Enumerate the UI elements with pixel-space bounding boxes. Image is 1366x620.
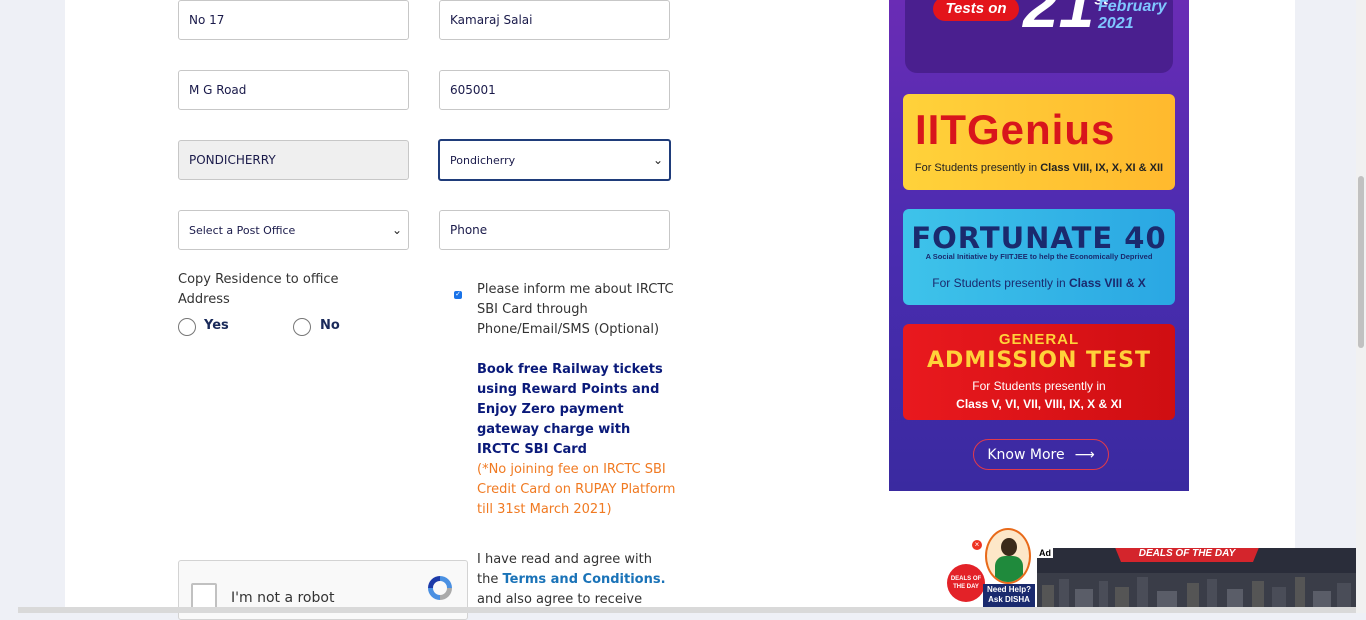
- iit-genius-title: IITGenius: [915, 106, 1116, 153]
- chevron-down-icon: ⌄: [652, 153, 663, 167]
- vertical-scrollbar[interactable]: [1356, 0, 1366, 613]
- chevron-down-icon: ⌄: [391, 223, 402, 237]
- street-input[interactable]: Kamaraj Salai: [439, 0, 670, 40]
- recaptcha-checkbox[interactable]: [191, 583, 217, 609]
- address-line1-input[interactable]: No 17: [178, 0, 409, 40]
- terms-link[interactable]: Terms and Conditions.: [502, 572, 665, 587]
- fiitjee-ad[interactable]: Tests on 21st February 2021 IITGenius For…: [889, 0, 1189, 491]
- admission-test-card[interactable]: GENERAL ADMISSION TEST For Students pres…: [903, 324, 1175, 420]
- iit-genius-sub: For Students presently in Class VIII, IX…: [903, 162, 1175, 174]
- state-select-value: Pondicherry: [450, 153, 516, 167]
- terms-suffix: and also agree to receive: [477, 592, 643, 607]
- card1-sub-classes: Class VIII, IX, X, XI & XII: [1040, 162, 1164, 174]
- know-more-label: Know More: [987, 446, 1065, 463]
- copy-residence-label: Copy Residence to office Address: [178, 272, 339, 307]
- sbi-optin-text: Please inform me about IRCTC SBI Card th…: [477, 282, 674, 337]
- iit-genius-card[interactable]: IITGenius For Students presently in Clas…: [903, 94, 1175, 190]
- fortunate-40-tagline: A Social Initiative by FIITJEE to help t…: [925, 252, 1153, 261]
- horizontal-scrollbar[interactable]: [18, 607, 1356, 613]
- pincode-input[interactable]: 605001: [439, 70, 670, 110]
- card1-sub-prefix: For Students presently in: [914, 162, 1038, 174]
- admission-sub2: Class V, VI, VII, VIII, IX, X & XI: [956, 397, 1122, 411]
- admission-sub1: For Students presently in: [972, 379, 1106, 393]
- close-icon[interactable]: ×: [972, 540, 982, 550]
- radio-no[interactable]: [293, 318, 311, 336]
- sbi-optin-checkbox[interactable]: ✓: [454, 291, 462, 299]
- post-office-select-value: Select a Post Office: [189, 223, 296, 237]
- tests-on-pill: Tests on: [933, 0, 1019, 21]
- date-month-year: February 2021: [1098, 0, 1166, 32]
- card2-sub-classes: Class VIII & X: [1069, 276, 1146, 290]
- sbi-promo-text: Book free Railway tickets using Reward P…: [477, 362, 663, 457]
- fortunate-40-card[interactable]: FORTUNATE 40 A Social Initiative by FIIT…: [903, 209, 1175, 305]
- date-number: 21st: [1023, 0, 1108, 42]
- scrollbar-thumb[interactable]: [1358, 176, 1364, 348]
- know-more-button[interactable]: Know More ⟶: [973, 439, 1109, 470]
- recaptcha-label: I'm not a robot: [231, 590, 335, 606]
- post-office-select[interactable]: Select a Post Office ⌄: [178, 210, 409, 250]
- ad-badge: Ad: [1037, 548, 1053, 558]
- city-value: PONDICHERRY: [189, 153, 276, 167]
- arrow-right-icon: ⟶: [1074, 446, 1095, 463]
- fortunate-40-title: FORTUNATE 40: [911, 221, 1167, 255]
- help-line2: Ask DISHA: [988, 595, 1030, 604]
- admission-general: GENERAL: [998, 331, 1080, 348]
- terms-text: I have read and agree with the Terms and…: [477, 550, 677, 610]
- recaptcha-logo-icon: [428, 576, 452, 600]
- admission-title: ADMISSION TEST: [927, 348, 1151, 373]
- radio-yes[interactable]: [178, 318, 196, 336]
- street-value: Kamaraj Salai: [450, 13, 533, 27]
- area-value: M G Road: [189, 83, 247, 97]
- state-select[interactable]: Pondicherry ⌄: [438, 139, 671, 181]
- disha-head: [1001, 538, 1017, 556]
- fortunate-40-sub: For Students presently in Class VIII & X: [903, 276, 1175, 290]
- help-line1: Need Help?: [986, 585, 1031, 594]
- phone-input[interactable]: Phone: [439, 210, 670, 250]
- ad-date-panel: Tests on 21st February 2021: [905, 0, 1173, 73]
- disha-help-label[interactable]: Need Help? Ask DISHA: [983, 584, 1035, 607]
- disha-avatar: [985, 528, 1031, 584]
- disha-body: [995, 556, 1023, 582]
- disha-widget[interactable]: × DEALS OF THE DAY Need Help? Ask DISHA: [947, 528, 1037, 613]
- city-input: PONDICHERRY: [178, 140, 409, 180]
- radio-yes-label[interactable]: Yes: [204, 318, 229, 333]
- pincode-value: 605001: [450, 83, 496, 97]
- year-text: 2021: [1098, 15, 1134, 32]
- deals-of-day-banner: DEALS OF THE DAY: [1112, 548, 1262, 562]
- area-input[interactable]: M G Road: [178, 70, 409, 110]
- month-text: February: [1098, 0, 1167, 15]
- deals-badge-text: DEALS OF THE DAY: [950, 576, 982, 590]
- date-number-value: 21: [1023, 0, 1095, 41]
- phone-placeholder: Phone: [450, 223, 488, 237]
- deals-bottom-ad[interactable]: Ad DEALS OF THE DAY: [1037, 548, 1360, 613]
- radio-no-label[interactable]: No: [320, 318, 340, 333]
- sbi-note-text: (*No joining fee on IRCTC SBI Credit Car…: [477, 462, 676, 517]
- card2-sub-prefix: For Students presently in: [932, 276, 1066, 290]
- deals-of-day-badge[interactable]: DEALS OF THE DAY: [947, 564, 985, 602]
- address-line1-value: No 17: [189, 13, 225, 27]
